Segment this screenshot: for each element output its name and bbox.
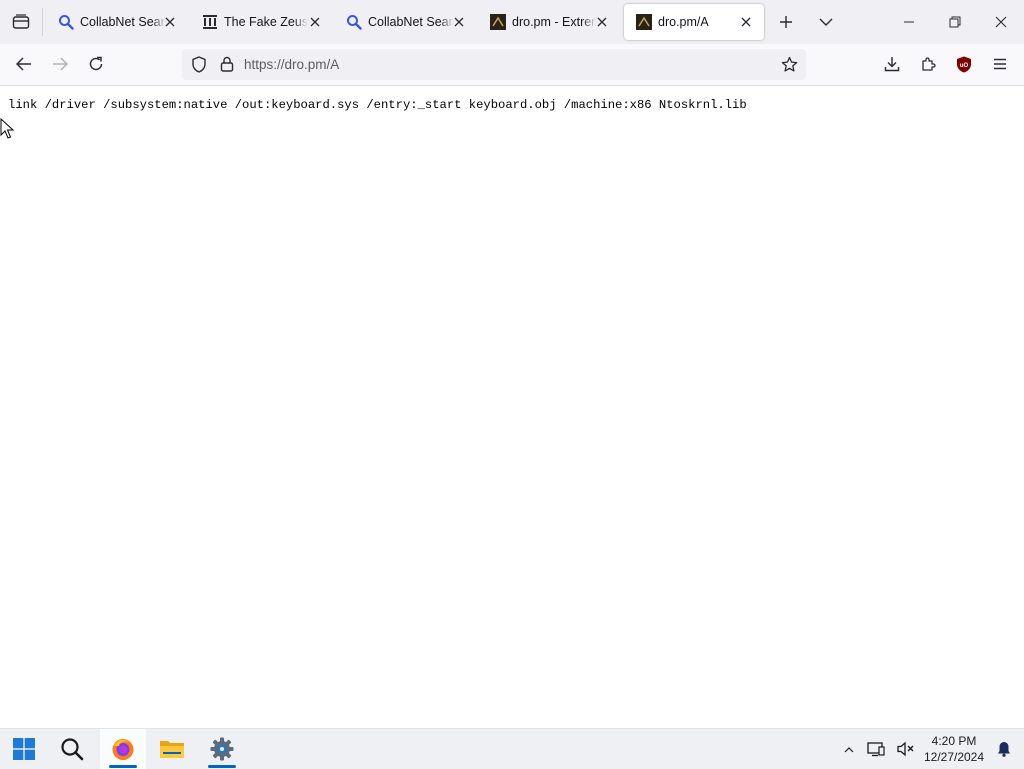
minimize-button[interactable]	[886, 0, 932, 44]
lock-icon	[220, 56, 234, 72]
search-icon	[61, 738, 84, 761]
dro-pm-icon	[490, 14, 506, 30]
firefox-view-button[interactable]	[0, 0, 42, 44]
hamburger-menu-icon	[994, 58, 1006, 70]
close-tab-icon[interactable]	[451, 14, 467, 30]
gear-icon	[210, 737, 234, 761]
speaker-muted-icon	[897, 741, 914, 757]
chevron-up-icon	[844, 746, 854, 752]
show-hidden-icons-button[interactable]	[838, 737, 860, 761]
tab-dro-pm-a[interactable]: dro.pm/A	[624, 4, 764, 40]
search-icon	[58, 14, 74, 30]
plus-icon	[780, 16, 792, 28]
navigation-toolbar: https://dro.pm/A uO	[0, 44, 1024, 86]
start-button[interactable]	[4, 729, 44, 769]
bookmark-button[interactable]	[778, 53, 800, 75]
reload-button[interactable]	[80, 48, 112, 80]
settings-app[interactable]	[202, 729, 242, 769]
tab-collabnet-search-2[interactable]: CollabNet Search	[334, 4, 470, 40]
tab-fake-zeus-wiki[interactable]: The Fake Zeus Wiki	[190, 4, 326, 40]
extensions-button[interactable]	[912, 48, 944, 80]
notifications-button[interactable]	[992, 737, 1016, 761]
page-content: link /driver /subsystem:native /out:keyb…	[0, 86, 1024, 728]
url-text[interactable]: https://dro.pm/A	[244, 57, 339, 72]
close-tab-icon[interactable]	[594, 14, 610, 30]
search-icon	[346, 14, 362, 30]
reload-icon	[89, 56, 103, 71]
tracking-protection-button[interactable]	[188, 53, 210, 75]
shield-icon	[192, 55, 206, 73]
search-button[interactable]	[52, 729, 92, 769]
close-window-button[interactable]	[978, 0, 1024, 44]
ublock-shield-icon: uO	[957, 56, 971, 72]
arrow-right-icon	[53, 57, 68, 71]
chevron-down-icon	[819, 18, 833, 26]
tab-strip: CollabNet Search The Fake Zeus Wiki Coll…	[0, 0, 1024, 44]
arrow-left-icon	[16, 57, 31, 71]
list-all-tabs-button[interactable]	[810, 6, 842, 38]
minimize-icon	[904, 21, 914, 23]
restore-icon	[949, 16, 961, 28]
clock[interactable]: 4:20 PM 12/27/2024	[918, 733, 990, 765]
back-button[interactable]	[8, 48, 40, 80]
bell-icon	[998, 742, 1010, 757]
download-icon	[884, 57, 900, 72]
restore-button[interactable]	[932, 0, 978, 44]
app-menu-button[interactable]	[984, 48, 1016, 80]
taskbar: 4:20 PM 12/27/2024	[0, 728, 1024, 769]
address-bar[interactable]: https://dro.pm/A	[182, 49, 806, 80]
firefox-view-icon	[12, 14, 30, 29]
display-tray-button[interactable]	[864, 737, 888, 761]
tab-title: dro.pm/A	[658, 15, 709, 29]
windows-logo-icon	[13, 738, 35, 760]
tab-separator	[42, 8, 43, 36]
new-tab-button[interactable]	[770, 6, 802, 38]
close-tab-icon[interactable]	[738, 14, 754, 30]
clock-date: 12/27/2024	[923, 750, 985, 764]
downloads-button[interactable]	[876, 48, 908, 80]
firefox-icon	[112, 739, 134, 760]
close-icon	[995, 16, 1007, 28]
star-icon	[781, 56, 797, 72]
ublock-origin-button[interactable]: uO	[948, 48, 980, 80]
puzzle-icon	[922, 57, 936, 71]
folder-icon	[160, 741, 184, 758]
firefox-app[interactable]	[100, 729, 146, 769]
tab-collabnet-search-1[interactable]: CollabNet Search	[46, 4, 182, 40]
close-tab-icon[interactable]	[162, 14, 178, 30]
dro-pm-icon	[636, 14, 652, 30]
svg-text:uO: uO	[960, 63, 969, 69]
command-text: link /driver /subsystem:native /out:keyb…	[8, 98, 747, 112]
close-tab-icon[interactable]	[307, 14, 323, 30]
volume-muted-button[interactable]	[894, 737, 918, 761]
monitor-icon	[867, 742, 885, 757]
library-icon	[202, 14, 218, 30]
file-explorer-app[interactable]	[152, 729, 192, 769]
mouse-pointer-icon	[0, 118, 14, 139]
forward-button[interactable]	[44, 48, 76, 80]
site-info-button[interactable]	[216, 53, 238, 75]
clock-time: 4:20 PM	[931, 734, 977, 748]
tab-dro-pm-extreme[interactable]: dro.pm - Extreme	[478, 4, 614, 40]
